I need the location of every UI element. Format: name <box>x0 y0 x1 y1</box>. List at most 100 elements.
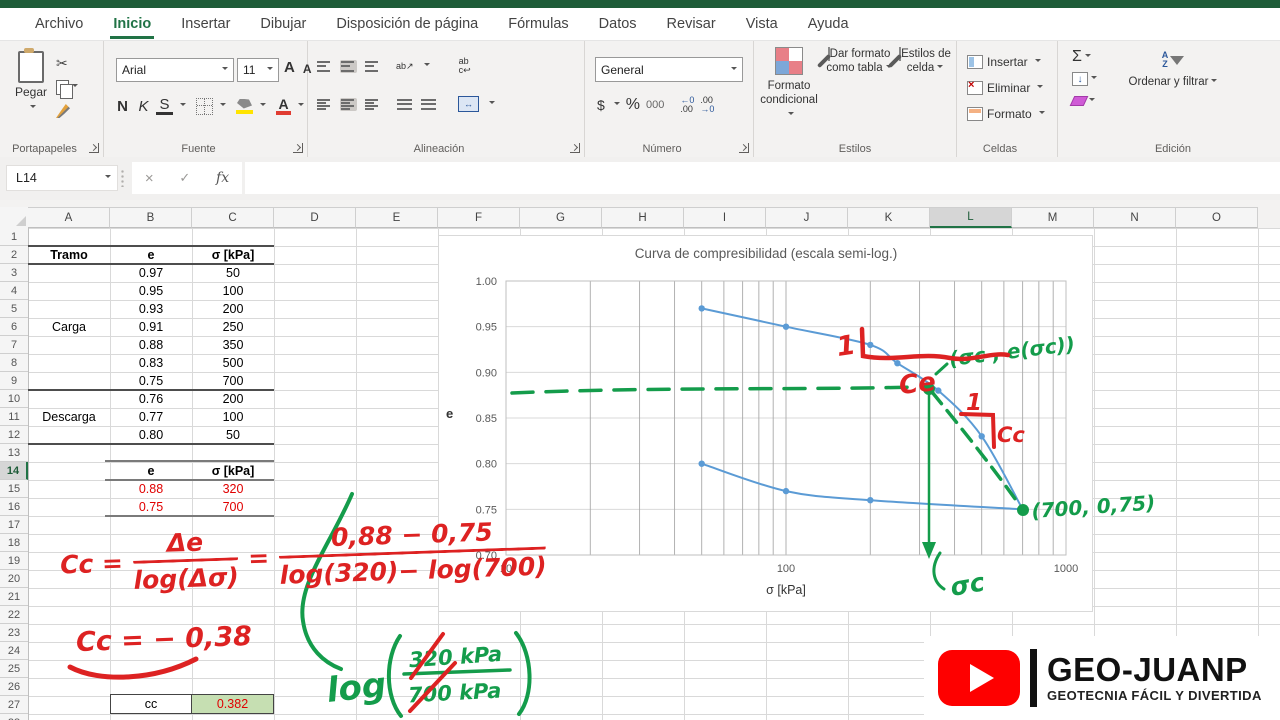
row-header-1[interactable]: 1 <box>0 228 28 246</box>
increase-indent-button[interactable] <box>420 98 437 111</box>
row-header-19[interactable]: 19 <box>0 552 28 570</box>
menu-tab-disposición-de-página[interactable]: Disposición de página <box>321 10 493 38</box>
menu-tab-archivo[interactable]: Archivo <box>20 10 98 38</box>
cell[interactable]: 320 <box>192 480 274 498</box>
column-header-F[interactable]: F <box>438 207 520 228</box>
menu-tab-revisar[interactable]: Revisar <box>652 10 731 38</box>
column-header-J[interactable]: J <box>766 207 848 228</box>
cell[interactable]: 0.77 <box>110 408 192 426</box>
cell[interactable]: Tramo <box>28 246 110 264</box>
row-header-12[interactable]: 12 <box>0 426 28 444</box>
cell[interactable]: 100 <box>192 408 274 426</box>
increase-decimal-button[interactable]: ←0.00 <box>680 96 694 114</box>
cell[interactable]: 200 <box>192 390 274 408</box>
column-header-O[interactable]: O <box>1176 207 1258 228</box>
font-size-select[interactable]: 11 <box>237 58 279 82</box>
column-header-K[interactable]: K <box>848 207 930 228</box>
select-all-corner[interactable] <box>0 207 29 229</box>
conditional-formatting-button[interactable]: Formato condicional <box>756 47 822 122</box>
column-header-L[interactable]: L <box>930 207 1012 228</box>
cc-label-cell[interactable]: cc <box>110 694 192 714</box>
menu-tab-dibujar[interactable]: Dibujar <box>245 10 321 38</box>
cell[interactable]: 700 <box>192 372 274 390</box>
row-header-10[interactable]: 10 <box>0 390 28 408</box>
insert-cells-button[interactable]: Insertar <box>967 49 1045 75</box>
row-header-25[interactable]: 25 <box>0 660 28 678</box>
merge-center-button[interactable]: ↔ <box>458 96 479 112</box>
align-center-button[interactable] <box>340 97 357 111</box>
menu-tab-inicio[interactable]: Inicio <box>98 10 166 39</box>
column-header-I[interactable]: I <box>684 207 766 228</box>
font-color-button[interactable]: A <box>276 97 291 115</box>
cell[interactable]: 500 <box>192 354 274 372</box>
number-format-select[interactable]: General <box>595 57 743 82</box>
row-header-7[interactable]: 7 <box>0 336 28 354</box>
format-painter-button[interactable] <box>56 99 96 123</box>
insert-function-button[interactable]: fx <box>216 170 229 186</box>
cell[interactable]: e <box>110 246 192 264</box>
cancel-button[interactable]: × <box>145 170 154 187</box>
orientation-button[interactable]: ab↗ <box>396 61 414 71</box>
row-header-17[interactable]: 17 <box>0 516 28 534</box>
paste-button[interactable]: Pegar <box>8 48 54 145</box>
format-cells-button[interactable]: Formato <box>967 101 1045 127</box>
cell-styles-button[interactable]: Estilos de celda <box>896 47 954 76</box>
dialog-launcher-icon[interactable] <box>293 143 303 153</box>
row-header-20[interactable]: 20 <box>0 570 28 588</box>
cell[interactable]: 350 <box>192 336 274 354</box>
column-header-M[interactable]: M <box>1012 207 1094 228</box>
italic-button[interactable]: K <box>135 98 152 115</box>
format-as-table-button[interactable]: Dar formato como tabla <box>824 47 894 76</box>
column-header-G[interactable]: G <box>520 207 602 228</box>
row-header-11[interactable]: 11 <box>0 408 28 426</box>
thousands-button[interactable]: 000 <box>646 99 664 111</box>
name-box[interactable]: L14 <box>6 165 118 191</box>
cell[interactable]: 100 <box>192 282 274 300</box>
row-header-27[interactable]: 27 <box>0 696 28 714</box>
row-header-4[interactable]: 4 <box>0 282 28 300</box>
cell[interactable]: Descarga <box>28 390 110 444</box>
borders-icon[interactable] <box>196 97 213 115</box>
menu-tab-insertar[interactable]: Insertar <box>166 10 245 38</box>
row-header-2[interactable]: 2 <box>0 246 28 264</box>
row-header-15[interactable]: 15 <box>0 480 28 498</box>
cell[interactable]: σ [kPa] <box>192 246 274 264</box>
align-bottom-button[interactable] <box>364 60 381 73</box>
cell[interactable]: 0.83 <box>110 354 192 372</box>
row-header-21[interactable]: 21 <box>0 588 28 606</box>
sort-filter-button[interactable]: AZ Ordenar y filtrar <box>1128 51 1218 90</box>
enter-button[interactable]: ✓ <box>179 170 190 186</box>
cell[interactable]: 50 <box>192 426 274 444</box>
wrap-text-button[interactable]: ab c↩ <box>459 57 471 75</box>
cell[interactable]: 0.80 <box>110 426 192 444</box>
column-header-C[interactable]: C <box>192 207 274 228</box>
formula-input[interactable] <box>245 162 1280 194</box>
clear-button[interactable] <box>1069 90 1097 112</box>
column-header-A[interactable]: A <box>28 207 110 228</box>
row-header-6[interactable]: 6 <box>0 318 28 336</box>
dialog-launcher-icon[interactable] <box>570 143 580 153</box>
row-header-8[interactable]: 8 <box>0 354 28 372</box>
row-header-24[interactable]: 24 <box>0 642 28 660</box>
cell[interactable]: 200 <box>192 300 274 318</box>
menu-tab-fórmulas[interactable]: Fórmulas <box>493 10 583 38</box>
decrease-indent-button[interactable] <box>396 98 413 111</box>
row-header-18[interactable]: 18 <box>0 534 28 552</box>
row-header-16[interactable]: 16 <box>0 498 28 516</box>
cell[interactable]: 0.91 <box>110 318 192 336</box>
align-left-button[interactable] <box>316 98 333 111</box>
cell[interactable]: 0.88 <box>110 336 192 354</box>
font-name-select[interactable]: Arial <box>116 58 234 82</box>
cell[interactable]: 0.93 <box>110 300 192 318</box>
cell[interactable]: e <box>110 462 192 480</box>
row-header-26[interactable]: 26 <box>0 678 28 696</box>
row-header-3[interactable]: 3 <box>0 264 28 282</box>
fill-button[interactable]: ↓ <box>1072 68 1097 90</box>
menu-tab-datos[interactable]: Datos <box>584 10 652 38</box>
row-header-5[interactable]: 5 <box>0 300 28 318</box>
row-header-22[interactable]: 22 <box>0 606 28 624</box>
row-header-28[interactable]: 28 <box>0 714 28 720</box>
copy-button[interactable] <box>56 75 96 99</box>
cell[interactable]: 250 <box>192 318 274 336</box>
row-header-23[interactable]: 23 <box>0 624 28 642</box>
